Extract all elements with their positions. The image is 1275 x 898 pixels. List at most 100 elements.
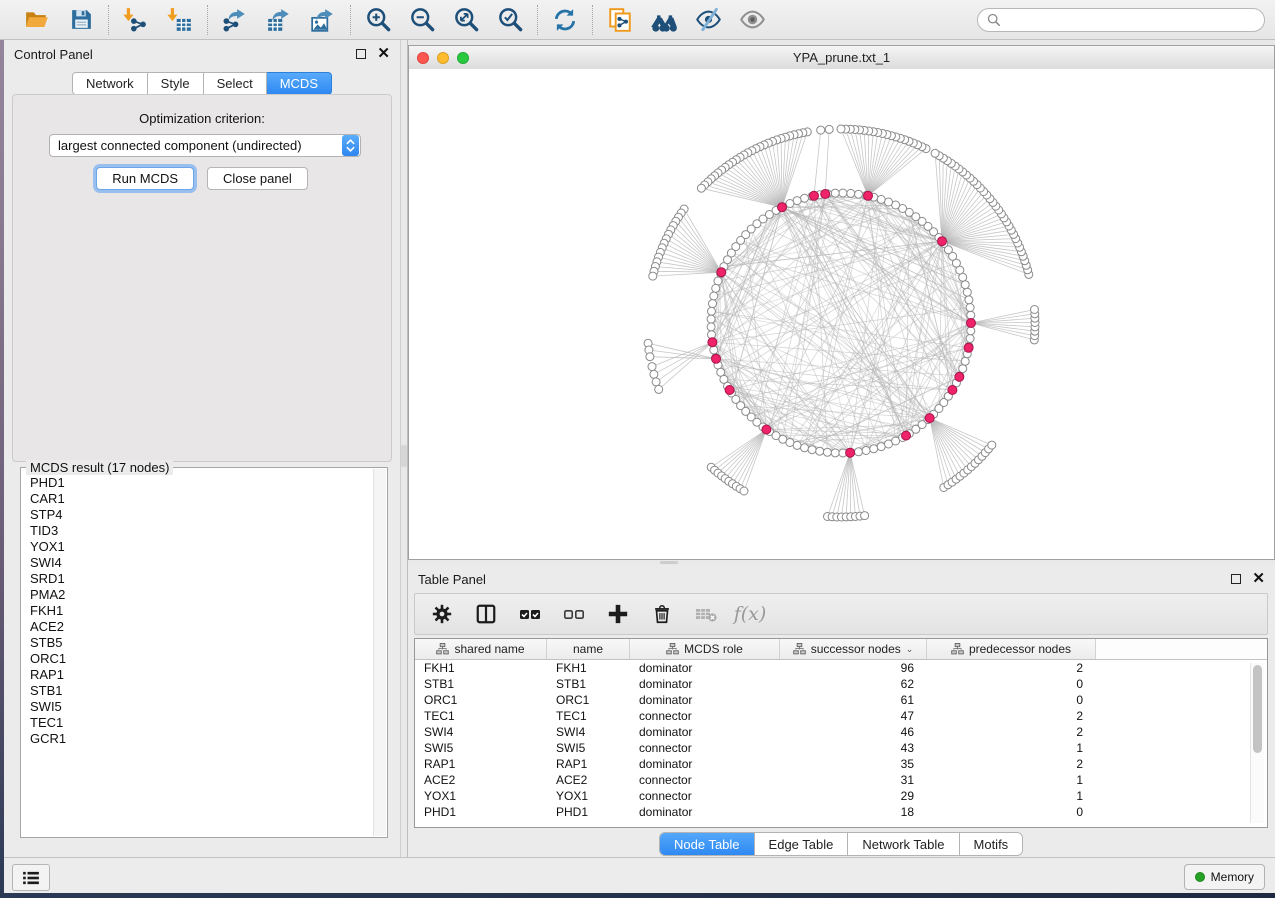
graph-edge[interactable] (729, 430, 767, 482)
tab-motifs[interactable]: Motifs (959, 833, 1023, 855)
result-node[interactable]: YOX1 (30, 539, 378, 555)
tab-node-table[interactable]: Node Table (660, 833, 754, 855)
table-row[interactable]: YOX1YOX1connector291 (415, 788, 1267, 804)
panel-menu-button[interactable] (12, 864, 50, 891)
graph-edge[interactable] (814, 130, 821, 196)
graph-dominator-node[interactable] (846, 448, 855, 457)
graph-dominator-node[interactable] (762, 425, 771, 434)
graph-node[interactable] (963, 288, 971, 296)
cell-successor-nodes[interactable]: 47 (780, 709, 927, 723)
graph-node[interactable] (831, 449, 839, 457)
tab-select[interactable]: Select (204, 72, 267, 95)
graph-satellite-node[interactable] (648, 363, 656, 371)
cell-predecessor-nodes[interactable]: 2 (927, 661, 1096, 675)
graph-edge[interactable] (659, 342, 713, 389)
tab-style[interactable]: Style (148, 72, 204, 95)
graph-dominator-node[interactable] (821, 190, 830, 199)
table-row[interactable]: RAP1RAP1dominator352 (415, 756, 1267, 772)
graph-node[interactable] (966, 335, 974, 343)
cell-successor-nodes[interactable]: 35 (780, 757, 927, 771)
cell-successor-nodes[interactable]: 46 (780, 725, 927, 739)
result-node[interactable]: STB5 (30, 635, 378, 651)
column-header-predecessor-nodes[interactable]: predecessor nodes (927, 639, 1096, 659)
cell-name[interactable]: YOX1 (547, 789, 630, 803)
result-node[interactable]: CAR1 (30, 491, 378, 507)
graph-node[interactable] (870, 445, 878, 453)
graph-node[interactable] (862, 447, 870, 455)
graph-edge[interactable] (935, 153, 942, 241)
column-header-mcds-role[interactable]: MCDS role (630, 639, 780, 659)
import-network-icon[interactable] (122, 6, 150, 34)
result-node[interactable]: RAP1 (30, 667, 378, 683)
graph-satellite-node[interactable] (650, 370, 658, 378)
table-row[interactable]: SWI4SWI4dominator462 (415, 724, 1267, 740)
cell-shared-name[interactable]: YOX1 (415, 789, 547, 803)
graph-satellite-node[interactable] (931, 149, 939, 157)
cell-mcds-role[interactable]: dominator (630, 757, 780, 771)
tab-edge-table[interactable]: Edge Table (754, 833, 848, 855)
graph-edge[interactable] (725, 430, 766, 479)
network-window-titlebar[interactable]: YPA_prune.txt_1 (409, 46, 1274, 70)
cell-predecessor-nodes[interactable]: 0 (927, 805, 1096, 819)
cell-predecessor-nodes[interactable]: 0 (927, 677, 1096, 691)
cell-shared-name[interactable]: SWI4 (415, 725, 547, 739)
graph-dominator-node[interactable] (938, 237, 947, 246)
graph-node[interactable] (966, 304, 974, 312)
graph-node[interactable] (793, 441, 801, 449)
graph-satellite-node[interactable] (740, 487, 748, 495)
cell-mcds-role[interactable]: dominator (630, 693, 780, 707)
table-row[interactable]: ACE2ACE2connector311 (415, 772, 1267, 788)
zoom-out-icon[interactable] (408, 6, 436, 34)
graph-satellite-node[interactable] (652, 378, 660, 386)
cell-shared-name[interactable]: PHD1 (415, 805, 547, 819)
cell-shared-name[interactable]: FKH1 (415, 661, 547, 675)
vertical-splitter[interactable] (400, 40, 408, 857)
close-panel-button[interactable]: Close panel (207, 167, 308, 190)
export-network-icon[interactable] (221, 6, 249, 34)
search-field[interactable] (977, 8, 1265, 32)
cell-name[interactable]: TEC1 (547, 709, 630, 723)
graph-node[interactable] (712, 284, 720, 292)
graph-node[interactable] (839, 189, 847, 197)
memory-button[interactable]: Memory (1184, 864, 1265, 890)
graph-satellite-node[interactable] (697, 184, 705, 192)
table-row[interactable]: ORC1ORC1dominator610 (415, 692, 1267, 708)
cell-predecessor-nodes[interactable]: 2 (927, 757, 1096, 771)
graph-edge[interactable] (971, 323, 1035, 331)
open-session-icon[interactable] (23, 6, 51, 34)
hide-selected-icon[interactable] (694, 6, 722, 34)
splitter-grip[interactable] (401, 445, 407, 467)
graph-dominator-node[interactable] (778, 203, 787, 212)
graph-satellite-node[interactable] (988, 441, 996, 449)
refresh-icon[interactable] (551, 6, 579, 34)
graph-edge[interactable] (722, 430, 767, 476)
graph-edge[interactable] (868, 149, 926, 196)
first-neighbors-icon[interactable] (650, 6, 678, 34)
graph-node[interactable] (831, 189, 839, 197)
cell-name[interactable]: SWI5 (547, 741, 630, 755)
graph-node[interactable] (967, 327, 975, 335)
graph-edge[interactable] (850, 453, 860, 516)
splitter-grip[interactable] (660, 561, 678, 564)
cell-successor-nodes[interactable]: 31 (780, 773, 927, 787)
graph-node[interactable] (877, 195, 885, 203)
cell-name[interactable]: ORC1 (547, 693, 630, 707)
column-header-name[interactable]: name (547, 639, 630, 659)
result-node[interactable]: FKH1 (30, 603, 378, 619)
cell-mcds-role[interactable]: connector (630, 789, 780, 803)
graph-edge[interactable] (718, 430, 766, 474)
graph-node[interactable] (710, 346, 718, 354)
graph-edge[interactable] (712, 207, 783, 311)
graph-dominator-node[interactable] (902, 431, 911, 440)
table-settings-gear-icon[interactable] (429, 601, 455, 627)
cell-mcds-role[interactable]: dominator (630, 725, 780, 739)
cell-predecessor-nodes[interactable]: 0 (927, 693, 1096, 707)
graph-satellite-node[interactable] (837, 125, 845, 133)
table-row[interactable]: TEC1TEC1connector472 (415, 708, 1267, 724)
graph-node[interactable] (959, 365, 967, 373)
cell-shared-name[interactable]: TEC1 (415, 709, 547, 723)
graph-dominator-node[interactable] (955, 372, 964, 381)
cell-mcds-role[interactable]: connector (630, 709, 780, 723)
table-row[interactable]: SWI5SWI5connector431 (415, 740, 1267, 756)
graph-dominator-node[interactable] (708, 338, 717, 347)
